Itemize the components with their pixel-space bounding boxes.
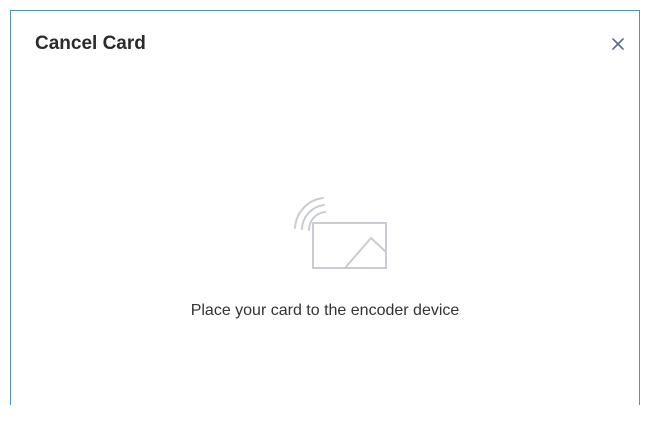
close-button[interactable] (605, 31, 631, 57)
cancel-card-dialog: Cancel Card Place your card to the encod… (10, 10, 640, 405)
dialog-title: Cancel Card (35, 33, 146, 54)
card-tap-icon (294, 197, 387, 269)
close-icon (612, 38, 624, 50)
instruction-text: Place your card to the encoder device (190, 302, 460, 319)
dialog-bottom-area (0, 405, 650, 427)
